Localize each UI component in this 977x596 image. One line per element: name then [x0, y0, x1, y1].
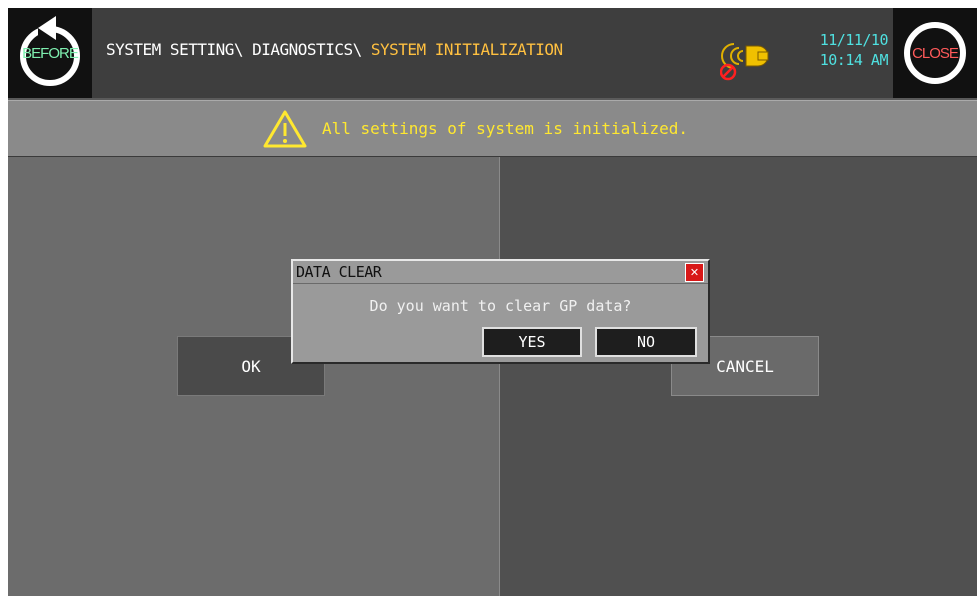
buzzer-muted-icon[interactable] [720, 30, 780, 82]
dialog-title-bar: DATA CLEAR ✕ [293, 261, 708, 284]
dialog-title: DATA CLEAR [296, 263, 382, 281]
before-label: BEFORE [22, 44, 79, 62]
date-text: 11/11/10 [819, 31, 889, 49]
warning-bar: All settings of system is initialized. [8, 100, 977, 157]
datetime: 11/11/10 10:14 AM [798, 30, 889, 70]
breadcrumb-path: SYSTEM SETTING\ DIAGNOSTICS\ [106, 40, 371, 59]
close-button[interactable]: CLOSE [893, 8, 977, 98]
panel-divider [499, 157, 500, 596]
warning-text: All settings of system is initialized. [322, 119, 689, 138]
header-bar: BEFORE SYSTEM SETTING\ DIAGNOSTICS\ SYST… [8, 8, 977, 98]
hmi-screen: BEFORE SYSTEM SETTING\ DIAGNOSTICS\ SYST… [8, 8, 977, 596]
data-clear-dialog: DATA CLEAR ✕ Do you want to clear GP dat… [291, 259, 710, 364]
close-icon[interactable]: ✕ [685, 263, 704, 282]
before-button[interactable]: BEFORE [8, 8, 92, 98]
time-text: 10:14 AM [819, 51, 889, 69]
close-label: CLOSE [912, 44, 959, 62]
yes-button[interactable]: YES [482, 327, 582, 357]
breadcrumb-current: SYSTEM INITIALIZATION [370, 40, 563, 59]
no-button[interactable]: NO [595, 327, 697, 357]
dialog-message: Do you want to clear GP data? [369, 297, 632, 315]
warning-icon [263, 110, 307, 148]
breadcrumb: SYSTEM SETTING\ DIAGNOSTICS\ SYSTEM INIT… [106, 40, 563, 59]
